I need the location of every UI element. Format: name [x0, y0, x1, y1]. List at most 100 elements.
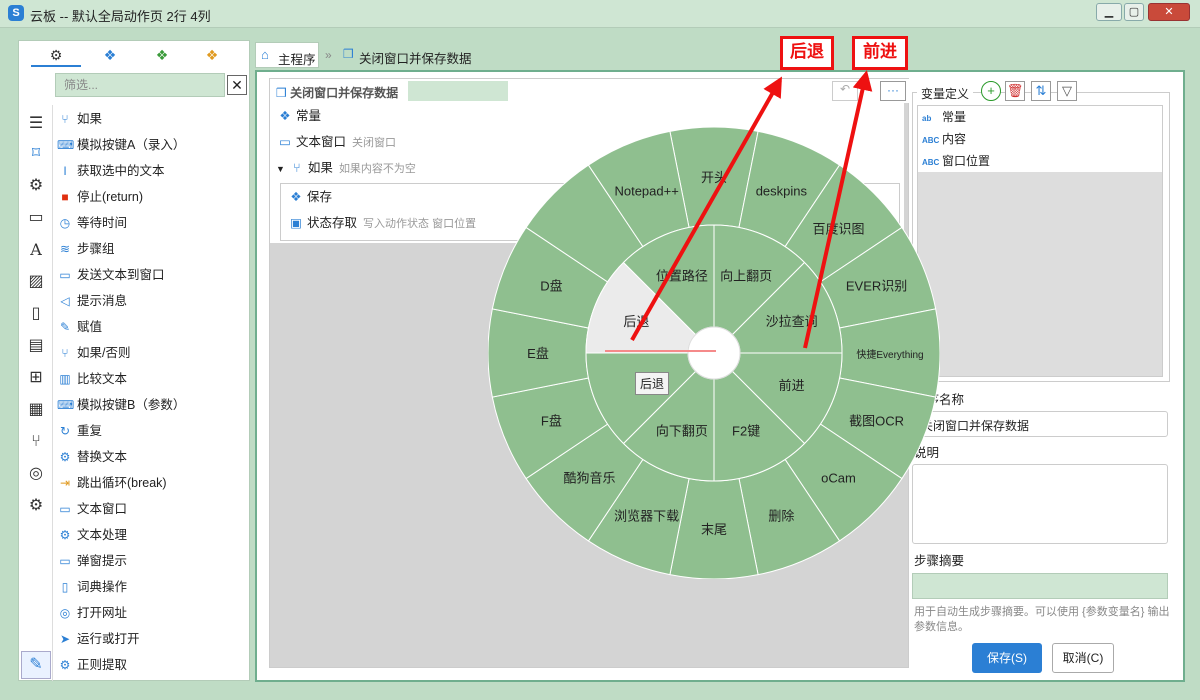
palette-item[interactable]: ▥ 比较文本	[57, 367, 247, 391]
palette-item[interactable]: ⑂ 如果/否则	[57, 341, 247, 365]
popup-icon: ▭	[59, 554, 71, 568]
radial-outer-label: F盘	[541, 413, 562, 428]
save-button[interactable]: 保存(S)	[972, 643, 1042, 673]
cancel-button[interactable]: 取消(C)	[1052, 643, 1114, 673]
menu-icon[interactable]: ☰	[25, 113, 47, 135]
repeat-icon: ↻	[59, 424, 71, 438]
radial-inner-label: 后退	[623, 314, 649, 329]
palette-item[interactable]: ≋ 步骤组	[57, 237, 247, 261]
title-field[interactable]	[408, 81, 508, 101]
palette-item[interactable]: ⚙ 替换文本	[57, 445, 247, 469]
home-icon: ⌂	[261, 47, 269, 62]
undo-button[interactable]: ↶	[832, 81, 858, 101]
palette-item[interactable]: I 获取选中的文本	[57, 159, 247, 183]
filter-clear-button[interactable]: ✕	[227, 75, 247, 95]
variable-item[interactable]: ab 常量	[922, 106, 966, 128]
close-button[interactable]: ✕	[1148, 3, 1190, 21]
palette-tabs: ⚙ ❖ ❖ ❖	[19, 41, 249, 69]
text-cursor-icon: I	[63, 164, 67, 178]
palette-item[interactable]: ■ 停止(return)	[57, 185, 247, 209]
palette-item[interactable]: ▭ 发送文本到窗口	[57, 263, 247, 287]
tab-green-cubes[interactable]: ❖	[137, 43, 187, 67]
window-icon: ▭	[279, 135, 291, 149]
gear-cluster-icon: ⚙	[49, 47, 63, 63]
palette-item[interactable]: ⑂ 如果	[57, 107, 247, 131]
palette-item[interactable]: ◁ 提示消息	[57, 289, 247, 313]
summary-field[interactable]	[912, 573, 1168, 599]
palette-item[interactable]: ◷ 等待时间	[57, 211, 247, 235]
description-field[interactable]	[912, 464, 1168, 544]
save-icon: ▣	[290, 216, 302, 230]
radial-outer-label: E盘	[527, 346, 549, 361]
palette-item[interactable]: ⌨ 模拟按键A（录入）	[57, 133, 247, 157]
palette-item[interactable]: ⚙ 文本处理	[57, 523, 247, 547]
settings-icon[interactable]: ⚙	[25, 175, 47, 197]
tab-gear-cluster[interactable]: ⚙	[31, 43, 81, 67]
radial-center[interactable]	[687, 326, 741, 380]
filter-input[interactable]: 筛选...	[55, 73, 225, 97]
radial-outer-label: 删除	[768, 509, 794, 524]
keyboard-icon: ⌨	[57, 138, 75, 152]
more-button[interactable]: ···	[880, 81, 906, 101]
palette-item[interactable]: ⚙ 正则提取	[57, 653, 247, 677]
sort-variables-button[interactable]: ⇅	[1031, 81, 1051, 101]
blue-cubes-icon: ❖	[103, 47, 117, 63]
filter-variables-button[interactable]: ▽	[1057, 81, 1077, 101]
properties-panel: 变量定义 + 🗑 ⇅ ▽ ab 常量 ABC 内容 ABC 窗口位置 程序名称 关闭窗…	[912, 78, 1172, 678]
delete-variable-button[interactable]: 🗑	[1005, 81, 1025, 101]
tab-orange-cubes[interactable]: ❖	[187, 43, 237, 67]
keyboard-icon: ⌨	[57, 398, 75, 412]
breadcrumb-home[interactable]: ⌂ 主程序	[255, 42, 319, 68]
minimize-button[interactable]: ▁	[1096, 3, 1122, 21]
palette-item[interactable]: ▭ 文本窗口	[57, 497, 247, 521]
palette-item[interactable]: ▯ 词典操作	[57, 575, 247, 599]
palette-item[interactable]: ↻ 重复	[57, 419, 247, 443]
step-row[interactable]: ❖ 保存	[287, 184, 332, 210]
globe-icon[interactable]: ◎	[25, 463, 47, 485]
image-icon[interactable]: ▨	[25, 271, 47, 293]
step-row[interactable]: ▭ 文本窗口 关闭窗口	[276, 129, 396, 155]
tab-blue-cubes[interactable]: ❖	[85, 43, 135, 67]
windows-icon[interactable]: ⊞	[25, 367, 47, 389]
clipboard-icon[interactable]: ▯	[25, 303, 47, 325]
breadcrumb-current[interactable]: 关闭窗口并保存数据	[359, 48, 472, 67]
wrench-icon[interactable]: ✎	[21, 651, 51, 679]
add-variable-button[interactable]: +	[981, 81, 1001, 101]
font-icon[interactable]: A	[25, 239, 47, 261]
book-icon: ▯	[61, 580, 69, 594]
branch-icon[interactable]: ⑂	[25, 431, 47, 453]
radial-menu: 开头 deskpins 百度识图 EVER识别快捷Everything 截图OCR oCa…	[488, 127, 940, 579]
radial-outer-label: D盘	[540, 279, 562, 294]
palette-item[interactable]: ⇥ 跳出循环(break)	[57, 471, 247, 495]
side-icon-column: ☰ ⌑ ⚙ ▭ A ▨ ▯ ▤ ⊞ ▦ ⑂ ◎ ⚙ ✎	[19, 105, 53, 681]
gears-icon[interactable]: ⚙	[25, 495, 47, 517]
megaphone-icon: ◁	[60, 294, 70, 308]
palette-item[interactable]: ✎ 赋值	[57, 315, 247, 339]
program-name-field[interactable]: 关闭窗口并保存数据	[912, 411, 1168, 437]
window-icon: ▭	[59, 502, 71, 516]
window-icon[interactable]: ▭	[25, 207, 47, 229]
caret-down-icon[interactable]: ▼	[276, 164, 285, 174]
green-cubes-icon: ❖	[155, 47, 169, 63]
maximize-button[interactable]: ▢	[1124, 3, 1144, 21]
branch-icon: ⑂	[61, 346, 69, 360]
document-icon[interactable]: ▤	[25, 335, 47, 357]
variable-list: ab 常量 ABC 内容 ABC 窗口位置	[917, 105, 1163, 377]
bookmark-icon[interactable]: ⌑	[25, 143, 47, 165]
back-tooltip: 后退	[635, 372, 670, 395]
branch-icon: ⑂	[61, 112, 69, 126]
step-row[interactable]: ❖ 常量	[276, 103, 321, 129]
globe-icon: ◎	[59, 606, 71, 620]
grid-icon[interactable]: ▦	[25, 399, 47, 421]
radial-outer-label: Notepad++	[614, 183, 678, 198]
palette-item[interactable]: ⌨ 模拟按键B（参数）	[57, 393, 247, 417]
step-row[interactable]: ▼ ⑂ 如果 如果内容不为空	[276, 155, 416, 181]
radial-outer-label: EVER识别	[846, 279, 907, 294]
cube-icon: ❒	[343, 47, 354, 61]
palette-item[interactable]: ◎ 打开网址	[57, 601, 247, 625]
radial-inner-label: F2键	[732, 424, 760, 439]
palette-item[interactable]: ➤ 运行或打开	[57, 627, 247, 651]
radial-outer-label: 浏览器下载	[614, 509, 679, 524]
palette-item[interactable]: ▭ 弹窗提示	[57, 549, 247, 573]
step-row[interactable]: ▣ 状态存取 写入动作状态 窗口位置	[287, 210, 476, 236]
